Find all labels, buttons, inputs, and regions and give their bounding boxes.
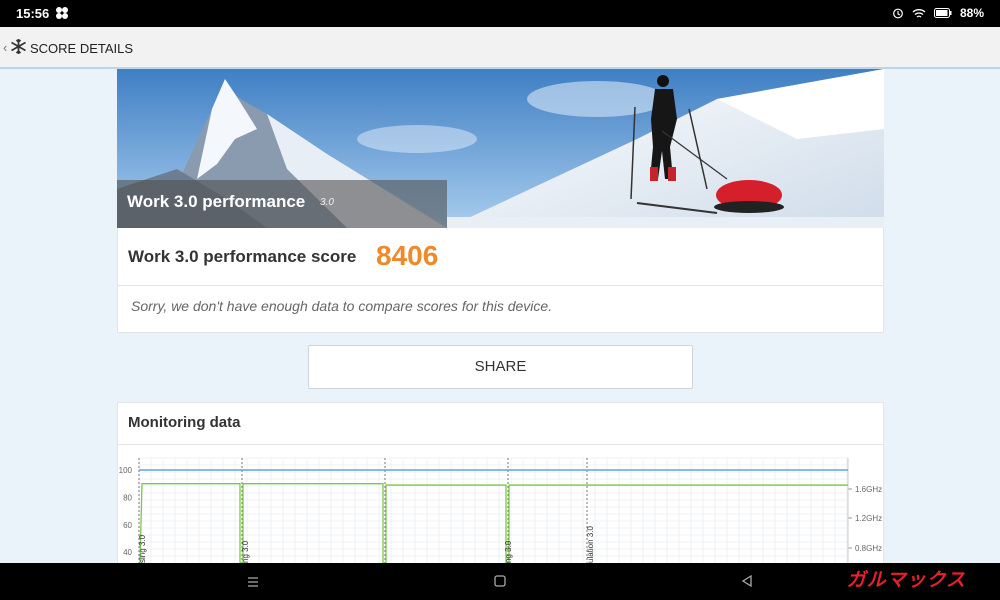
- monitoring-title: Monitoring data: [128, 414, 241, 431]
- status-icons: 88%: [892, 6, 984, 20]
- status-time: 15:56: [16, 6, 50, 21]
- y-left-tick-label: 60: [123, 521, 132, 530]
- recent-apps-icon[interactable]: [246, 571, 260, 596]
- score-label: Work 3.0 performance score: [128, 247, 357, 266]
- segment-label: ng 3.0: [241, 540, 250, 563]
- test-version: 3.0: [320, 197, 334, 208]
- monitoring-chart: 100 80 60 40 1.6GHz 1.2GHz 0.8GHz sing 3.0 ng 3.…: [119, 457, 882, 563]
- share-button[interactable]: SHARE: [308, 345, 693, 389]
- app-logo-icon[interactable]: [10, 38, 27, 60]
- page-title: SCORE DETAILS: [30, 41, 134, 56]
- y-left-tick-label: 100: [119, 466, 133, 475]
- app-bar: ‹ SCORE DETAILS: [0, 27, 1000, 69]
- back-icon[interactable]: ‹: [3, 40, 7, 55]
- segment-label: sing 3.0: [138, 534, 147, 563]
- hero-banner: Work 3.0 performance 3.0: [117, 69, 884, 228]
- hero-caption: Work 3.0 performance 3.0: [117, 180, 447, 228]
- y-right-tick-label: 1.6GHz: [855, 485, 882, 494]
- score-card: Work 3.0 performance score 8406 Sorry, w…: [117, 228, 884, 333]
- segment-label: ulation 3.0: [586, 526, 595, 563]
- compare-message: Sorry, we don't have enough data to comp…: [131, 298, 553, 314]
- y-right-tick-label: 1.2GHz: [855, 514, 882, 523]
- battery-icon: [933, 8, 952, 18]
- app-logo-icon: [55, 6, 69, 20]
- score-row: Work 3.0 performance score 8406: [118, 228, 883, 286]
- segment-label: ng 3.0: [504, 540, 513, 563]
- navigation-bar: ガルマックス: [0, 563, 1000, 600]
- home-icon[interactable]: [493, 574, 507, 593]
- alarm-icon: [892, 7, 904, 19]
- battery-percent: 88%: [959, 6, 984, 20]
- wifi-icon: [912, 8, 926, 19]
- monitoring-header: Monitoring data: [118, 403, 883, 445]
- watermark-logo: ガルマックス: [846, 570, 966, 591]
- status-bar: 15:56 88%: [0, 0, 1000, 27]
- y-left-tick-label: 40: [123, 548, 132, 557]
- back-nav-icon[interactable]: [740, 574, 754, 593]
- y-right-tick-label: 0.8GHz: [855, 544, 882, 553]
- test-title: Work 3.0 performance: [127, 192, 306, 211]
- y-left-tick-label: 80: [123, 493, 132, 502]
- score-value: 8406: [376, 240, 439, 271]
